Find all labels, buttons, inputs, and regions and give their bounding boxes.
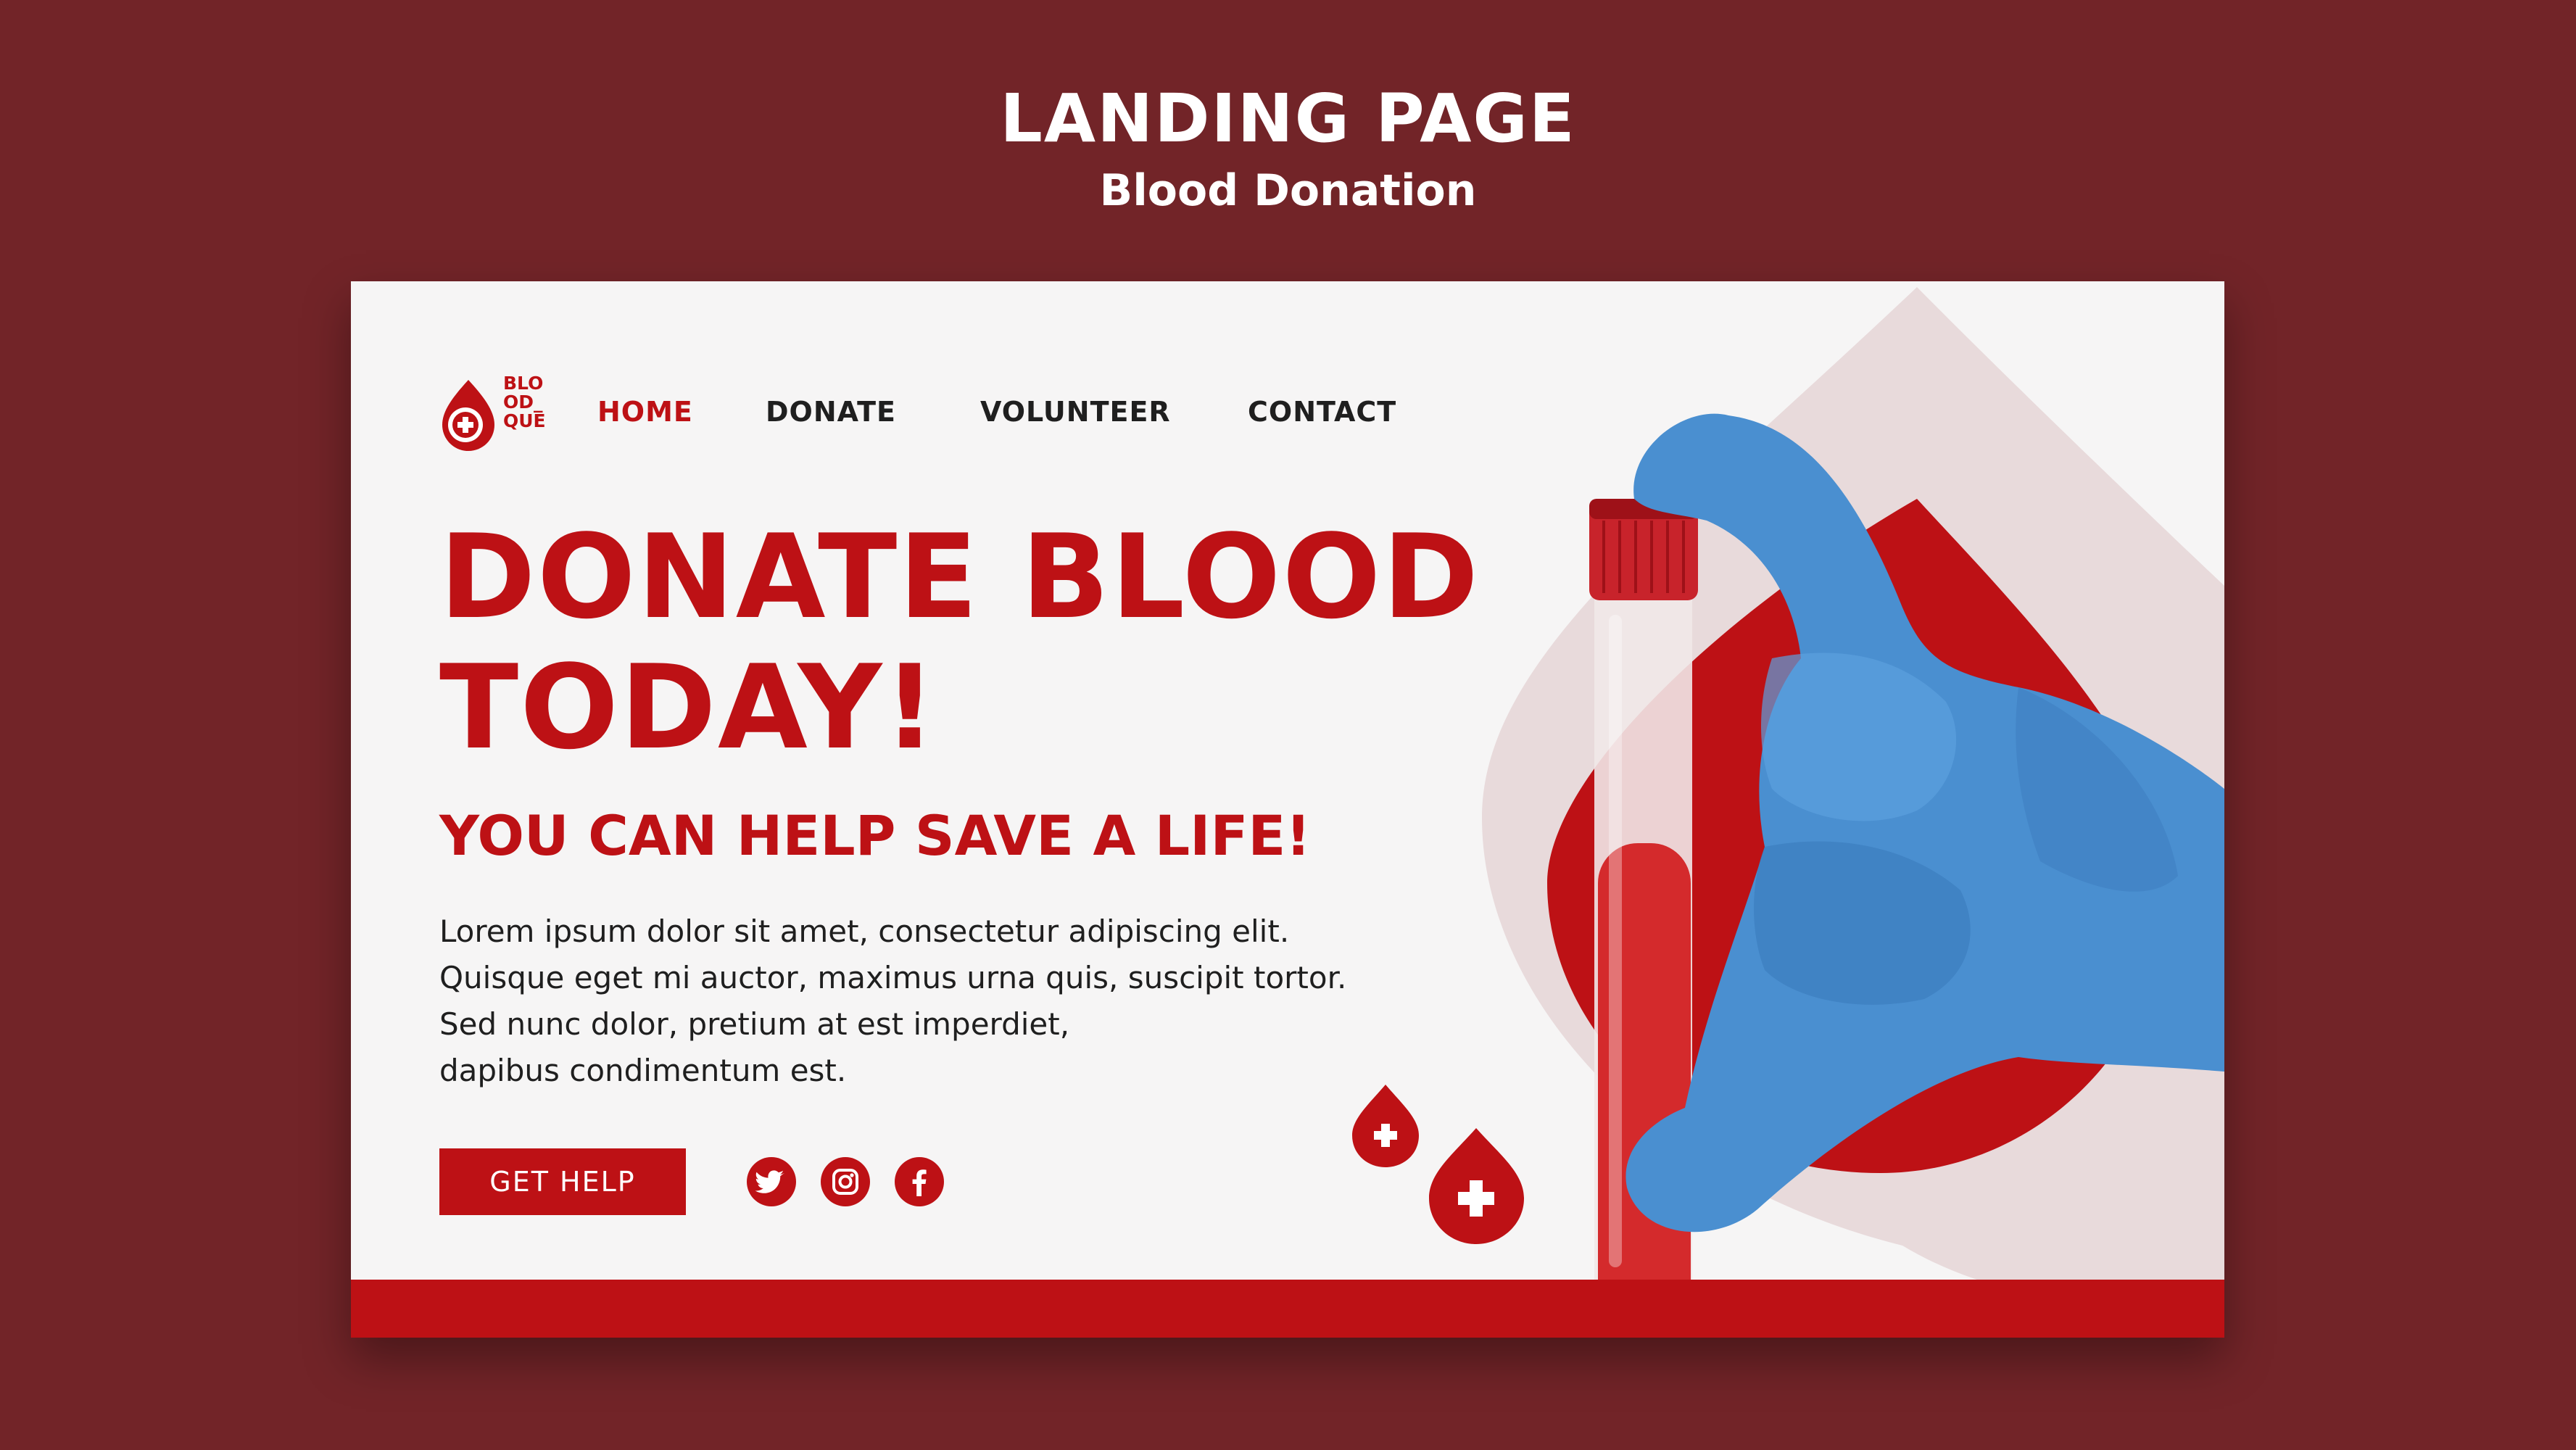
blood-drop-logo-icon: [442, 380, 494, 451]
nav-item-donate[interactable]: DONATE: [766, 396, 896, 428]
headline-line-2: TODAY!: [439, 639, 938, 775]
nav-item-volunteer[interactable]: VOLUNTEER: [980, 396, 1171, 428]
hero-headline: DONATE BLOOD TODAY!: [439, 512, 1672, 773]
large-drop-plus-icon: [1429, 1128, 1524, 1244]
facebook-icon[interactable]: [895, 1157, 944, 1206]
body-line: Sed nunc dolor, pretium at est imperdiet…: [439, 1006, 1070, 1042]
instagram-icon[interactable]: [821, 1157, 870, 1206]
brand-logo[interactable]: BLO OD_ QUE: [439, 374, 548, 454]
body-line: dapibus condimentum est.: [439, 1053, 847, 1088]
footer-bar: [351, 1280, 2224, 1338]
headline-line-1: DONATE BLOOD: [439, 509, 1480, 645]
logo-line: QUE: [503, 410, 546, 431]
landing-page-card: BLO OD_ QUE HOME DONATE VOLUNTEER CONTAC…: [351, 281, 2224, 1338]
nav-item-contact[interactable]: CONTACT: [1248, 396, 1396, 428]
brand-logo-text: BLO OD_ QUE: [503, 374, 554, 431]
body-line: Quisque eget mi auctor, maximus urna qui…: [439, 960, 1347, 995]
showcase-title: LANDING PAGE: [1000, 80, 1576, 157]
hero-subheadline: YOU CAN HELP SAVE A LIFE!: [439, 803, 1311, 868]
get-help-button[interactable]: GET HELP: [439, 1148, 686, 1215]
logo-line: OD_: [503, 392, 543, 413]
hero-body-text: Lorem ipsum dolor sit amet, consectetur …: [439, 908, 1454, 1094]
small-drop-plus-icon: [1352, 1085, 1419, 1167]
nav-item-home[interactable]: HOME: [597, 396, 693, 428]
logo-line: BLO: [503, 373, 544, 394]
twitter-icon[interactable]: [747, 1157, 796, 1206]
showcase-subtitle: Blood Donation: [1099, 165, 1477, 216]
body-line: Lorem ipsum dolor sit amet, consectetur …: [439, 914, 1290, 949]
